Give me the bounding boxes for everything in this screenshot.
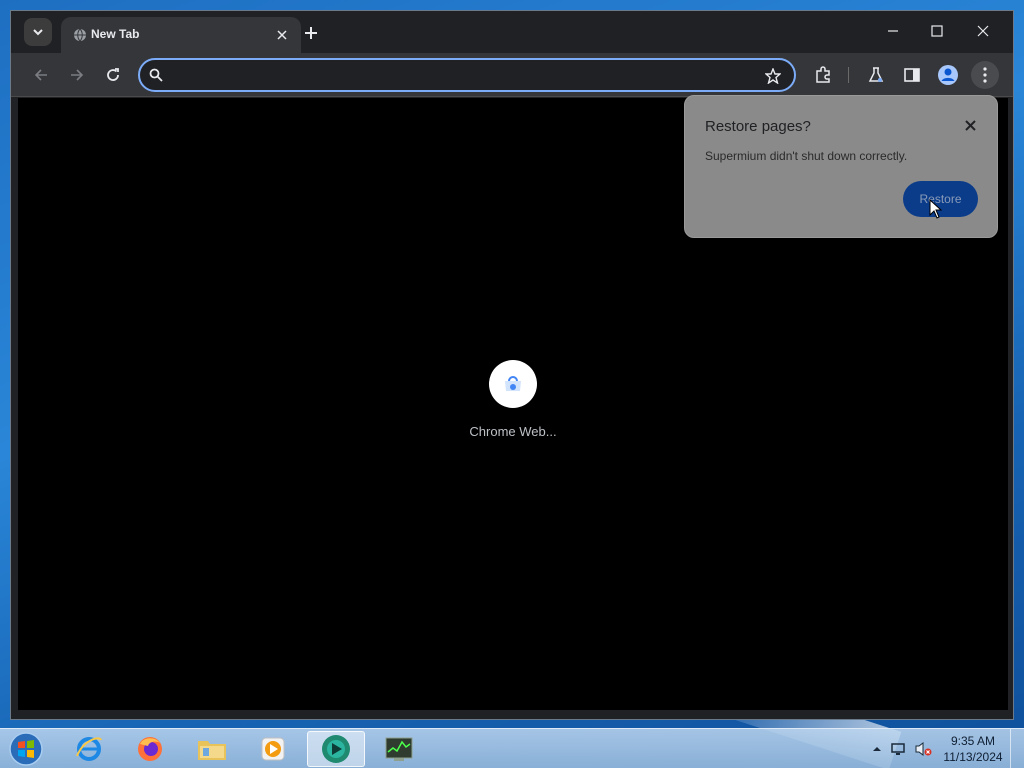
media-player-icon [261, 737, 285, 761]
internet-explorer-icon [76, 737, 102, 761]
bubble-title: Restore pages? [705, 118, 811, 135]
menu-button[interactable] [971, 61, 999, 89]
close-icon [277, 30, 287, 40]
plus-icon [305, 27, 317, 39]
chrome-web-store-icon [505, 376, 521, 391]
extensions-button[interactable] [811, 63, 835, 87]
bubble-close-button[interactable] [961, 116, 979, 134]
arrow-left-icon [34, 69, 47, 81]
address-input[interactable] [170, 64, 750, 86]
bubble-message: Supermium didn't shut down correctly. [705, 149, 908, 163]
new-tab-button[interactable] [301, 23, 321, 43]
folder-icon [198, 741, 226, 760]
taskbar-file-explorer[interactable] [183, 731, 241, 767]
clock-time: 9:35 AM [950, 734, 996, 748]
taskbar-media-player[interactable] [244, 731, 302, 767]
globe-icon [74, 28, 86, 42]
labs-button[interactable] [864, 63, 888, 87]
side-panel-button[interactable] [900, 63, 924, 87]
close-window-button[interactable] [963, 19, 1003, 43]
kebab-menu-icon [983, 67, 987, 83]
volume-muted-icon [915, 742, 932, 756]
taskbar-firefox[interactable] [121, 731, 179, 767]
taskbar-clock[interactable]: 9:35 AM 11/13/2024 [940, 733, 1006, 765]
search-icon [149, 68, 163, 82]
windows-start-icon [9, 732, 43, 766]
taskbar: 9:35 AM 11/13/2024 [0, 728, 1024, 768]
flask-icon [868, 67, 884, 82]
firefox-icon [138, 737, 162, 761]
maximize-button[interactable] [917, 19, 957, 43]
shortcut-tile[interactable]: Chrome Web... [463, 360, 563, 450]
shortcut-label: Chrome Web... [469, 424, 557, 439]
tab-search-button[interactable] [24, 18, 52, 46]
clock-date: 11/13/2024 [943, 750, 1003, 764]
show-hidden-icons-button[interactable] [868, 740, 886, 758]
supermium-icon [322, 735, 350, 763]
minimize-icon [888, 30, 898, 32]
chevron-up-icon [873, 747, 881, 751]
tab-strip: New Tab [11, 11, 1013, 53]
start-button[interactable] [6, 730, 46, 768]
star-icon [765, 68, 781, 84]
tray-volume-button[interactable] [914, 740, 932, 758]
close-icon [977, 25, 989, 37]
reload-button[interactable] [101, 63, 125, 87]
omnibox[interactable] [138, 58, 796, 92]
taskbar-task-manager[interactable] [370, 731, 428, 767]
network-icon [891, 743, 905, 755]
show-desktop-button[interactable] [1010, 729, 1024, 768]
back-button[interactable] [29, 63, 53, 87]
minimize-button[interactable] [873, 19, 913, 43]
browser-window: New Tab Chrome Web... Restore pages? Sup… [10, 10, 1014, 720]
toolbar-divider [848, 67, 849, 83]
profile-icon [938, 65, 958, 85]
tab-new-tab[interactable]: New Tab [61, 17, 301, 53]
bookmark-button[interactable] [763, 66, 783, 86]
forward-button[interactable] [65, 63, 89, 87]
close-icon [964, 119, 976, 131]
browser-toolbar [11, 53, 1013, 97]
reload-icon [107, 68, 119, 81]
taskbar-supermium[interactable] [307, 731, 365, 767]
restore-pages-bubble: Restore pages? Supermium didn't shut dow… [684, 95, 998, 238]
mouse-cursor-icon [929, 199, 943, 219]
tray-network-icon-button[interactable] [889, 740, 907, 758]
chevron-down-icon [33, 29, 43, 36]
tab-title: New Tab [91, 27, 140, 41]
taskbar-internet-explorer[interactable] [60, 731, 118, 767]
task-manager-icon [385, 737, 413, 761]
shortcut-icon-circle [489, 360, 537, 408]
side-panel-icon [904, 68, 920, 82]
puzzle-icon [816, 66, 830, 83]
tab-close-button[interactable] [273, 26, 291, 44]
arrow-right-icon [71, 69, 84, 81]
maximize-icon [931, 25, 943, 37]
profile-button[interactable] [936, 63, 960, 87]
